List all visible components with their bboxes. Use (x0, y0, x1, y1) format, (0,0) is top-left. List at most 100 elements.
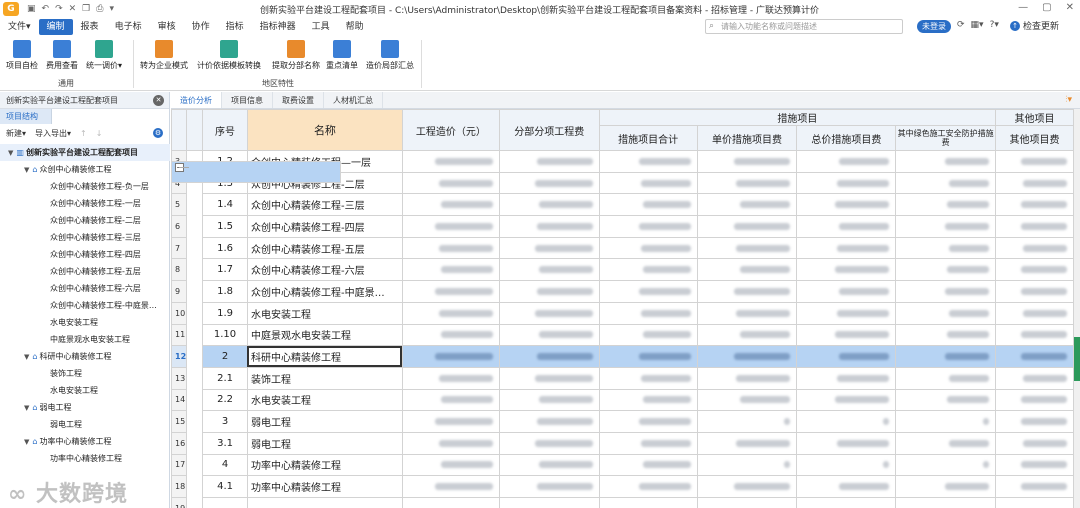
cell-seq[interactable]: 1.8 (202, 280, 248, 303)
cell-safety-measures[interactable] (895, 366, 997, 390)
cell-unit-measures[interactable] (696, 410, 798, 433)
tree-node[interactable]: 装饰工程 (0, 365, 170, 382)
cell-unit-measures[interactable] (696, 497, 798, 508)
cell-subitem-fee[interactable] (498, 193, 600, 217)
cell-subitem-fee[interactable] (498, 301, 600, 325)
cell-total-measures[interactable] (796, 301, 897, 325)
cell-seq[interactable]: 4 (202, 453, 248, 477)
undo-icon[interactable]: ↶ (42, 4, 50, 14)
cell-measures-total[interactable] (598, 431, 698, 455)
cell-cost[interactable] (401, 171, 500, 195)
table-row[interactable]: 9 1.8 众创中心精装修工程-中庭景… (171, 161, 1074, 303)
menu-report[interactable]: 报表 (73, 19, 107, 35)
cell-cost[interactable] (401, 453, 500, 477)
cell-safety-measures[interactable] (895, 453, 997, 477)
cell-total-measures[interactable] (796, 453, 897, 477)
menu-collab[interactable]: 协作 (184, 19, 218, 35)
cell-measures-total[interactable] (598, 193, 698, 217)
cell-total-measures[interactable] (796, 236, 897, 260)
cell-subitem-fee[interactable] (498, 171, 600, 195)
cell-safety-measures[interactable] (895, 215, 997, 238)
table-row[interactable]: 19 (171, 161, 1074, 508)
cell-unit-measures[interactable] (696, 475, 798, 498)
cell-measures-total[interactable] (598, 345, 698, 368)
enterprise-mode-button[interactable]: 转为企业模式 (140, 40, 188, 71)
tree-node[interactable]: ▼ ⌂ 功率中心精装修工程 (0, 433, 170, 450)
tree-node[interactable]: ▼ ⌂ 弱电工程 (0, 399, 170, 416)
tree-node[interactable]: 众创中心精装修工程-六层 (0, 280, 170, 297)
cell-other-fee[interactable] (995, 258, 1074, 282)
row-number[interactable]: 13 (171, 366, 188, 390)
cell-seq[interactable]: 1.9 (202, 301, 248, 325)
cell-measures-total[interactable] (598, 410, 698, 433)
table-row[interactable]: 7 1.6 众创中心精装修工程-五层 (171, 161, 1074, 260)
cell-name[interactable]: 众创中心精装修工程-六层 (246, 258, 403, 282)
search-input[interactable]: ⌕ 请输入功能名称或问题描述 (705, 19, 903, 34)
cell-cost[interactable] (401, 193, 500, 217)
help-icon[interactable]: ?▾ (990, 20, 999, 30)
table-row[interactable]: 8 1.7 众创中心精装修工程-六层 (171, 161, 1074, 282)
row-number[interactable]: 5 (171, 193, 188, 217)
tree-node[interactable]: ▼ ⌂ 众创中心精装修工程 (0, 161, 170, 178)
cell-safety-measures[interactable] (895, 301, 997, 325)
tree-node[interactable]: 众创中心精装修工程-二层 (0, 212, 170, 229)
row-number[interactable]: 15 (171, 410, 188, 433)
tree-node[interactable]: 水电安装工程 (0, 314, 170, 331)
cell-subitem-fee[interactable] (498, 431, 600, 455)
cell-cost[interactable] (401, 345, 500, 368)
cell-name[interactable]: 众创中心精装修工程-中庭景… (246, 280, 403, 303)
cell-name[interactable]: 众创中心精装修工程-四层 (246, 215, 403, 238)
cell-other-fee[interactable] (995, 475, 1074, 498)
cell-name[interactable]: 功率中心精装修工程 (246, 475, 403, 498)
cell-seq[interactable]: 2 (202, 345, 248, 368)
cell-name[interactable]: 水电安装工程 (246, 388, 403, 412)
table-row[interactable]: 18 4.1 功率中心精装修工程 (171, 161, 1074, 498)
table-row[interactable]: 17−4 功率中心精装修工程 (171, 161, 1074, 477)
new-button[interactable]: 新建▾ (6, 128, 26, 139)
row-number[interactable]: 8 (171, 258, 188, 282)
cell-total-measures[interactable] (796, 215, 897, 238)
cell-subitem-fee[interactable] (498, 366, 600, 390)
cell-total-measures[interactable] (796, 323, 897, 347)
row-number[interactable]: 14 (171, 388, 188, 412)
cell-unit-measures[interactable] (696, 193, 798, 217)
cell-unit-measures[interactable] (696, 388, 798, 412)
menu-index[interactable]: 指标 (218, 19, 252, 35)
cell-seq[interactable]: 1.5 (202, 215, 248, 238)
cell-measures-total[interactable] (598, 258, 698, 282)
menu-help[interactable]: 帮助 (338, 19, 372, 35)
cell-safety-measures[interactable] (895, 345, 997, 368)
cell-total-measures[interactable] (796, 475, 897, 498)
cell-other-fee[interactable] (995, 453, 1074, 477)
cell-cost[interactable] (401, 497, 500, 508)
cell-subitem-fee[interactable] (498, 410, 600, 433)
menu-file[interactable]: 文件▾ (0, 19, 39, 35)
expand-toggle-icon[interactable]: ▼ (24, 166, 29, 174)
menu-index-tool[interactable]: 指标神器 (252, 19, 304, 35)
cell-seq[interactable]: 1.4 (202, 193, 248, 217)
cell-unit-measures[interactable] (696, 366, 798, 390)
cell-name[interactable]: 中庭景观水电安装工程 (246, 323, 403, 347)
cell-safety-measures[interactable] (895, 431, 997, 455)
cell-measures-total[interactable] (598, 171, 698, 195)
cell-unit-measures[interactable] (696, 215, 798, 238)
cell-subitem-fee[interactable] (498, 453, 600, 477)
row-number[interactable]: 9 (171, 280, 188, 303)
cell-safety-measures[interactable] (895, 323, 997, 347)
cell-subitem-fee[interactable] (498, 497, 600, 508)
tree-node[interactable]: 功率中心精装修工程 (0, 450, 170, 467)
tab-material-summary[interactable]: 人材机汇总 (324, 92, 383, 108)
cell-measures-total[interactable] (598, 215, 698, 238)
scrollbar-thumb[interactable] (1074, 337, 1080, 381)
cell-safety-measures[interactable] (895, 475, 997, 498)
project-check-button[interactable]: 项目自检 (6, 40, 38, 71)
tree-node[interactable]: 水电安装工程 (0, 382, 170, 399)
cell-unit-measures[interactable] (696, 258, 798, 282)
cell-other-fee[interactable] (995, 410, 1074, 433)
cell-cost[interactable] (401, 280, 500, 303)
cell-cost[interactable] (401, 410, 500, 433)
save-icon[interactable]: ▣ (27, 4, 36, 14)
header-seq[interactable]: 序号 (202, 109, 248, 151)
cell-name[interactable]: 科研中心精装修工程 (246, 345, 403, 368)
cell-subitem-fee[interactable] (498, 150, 600, 173)
